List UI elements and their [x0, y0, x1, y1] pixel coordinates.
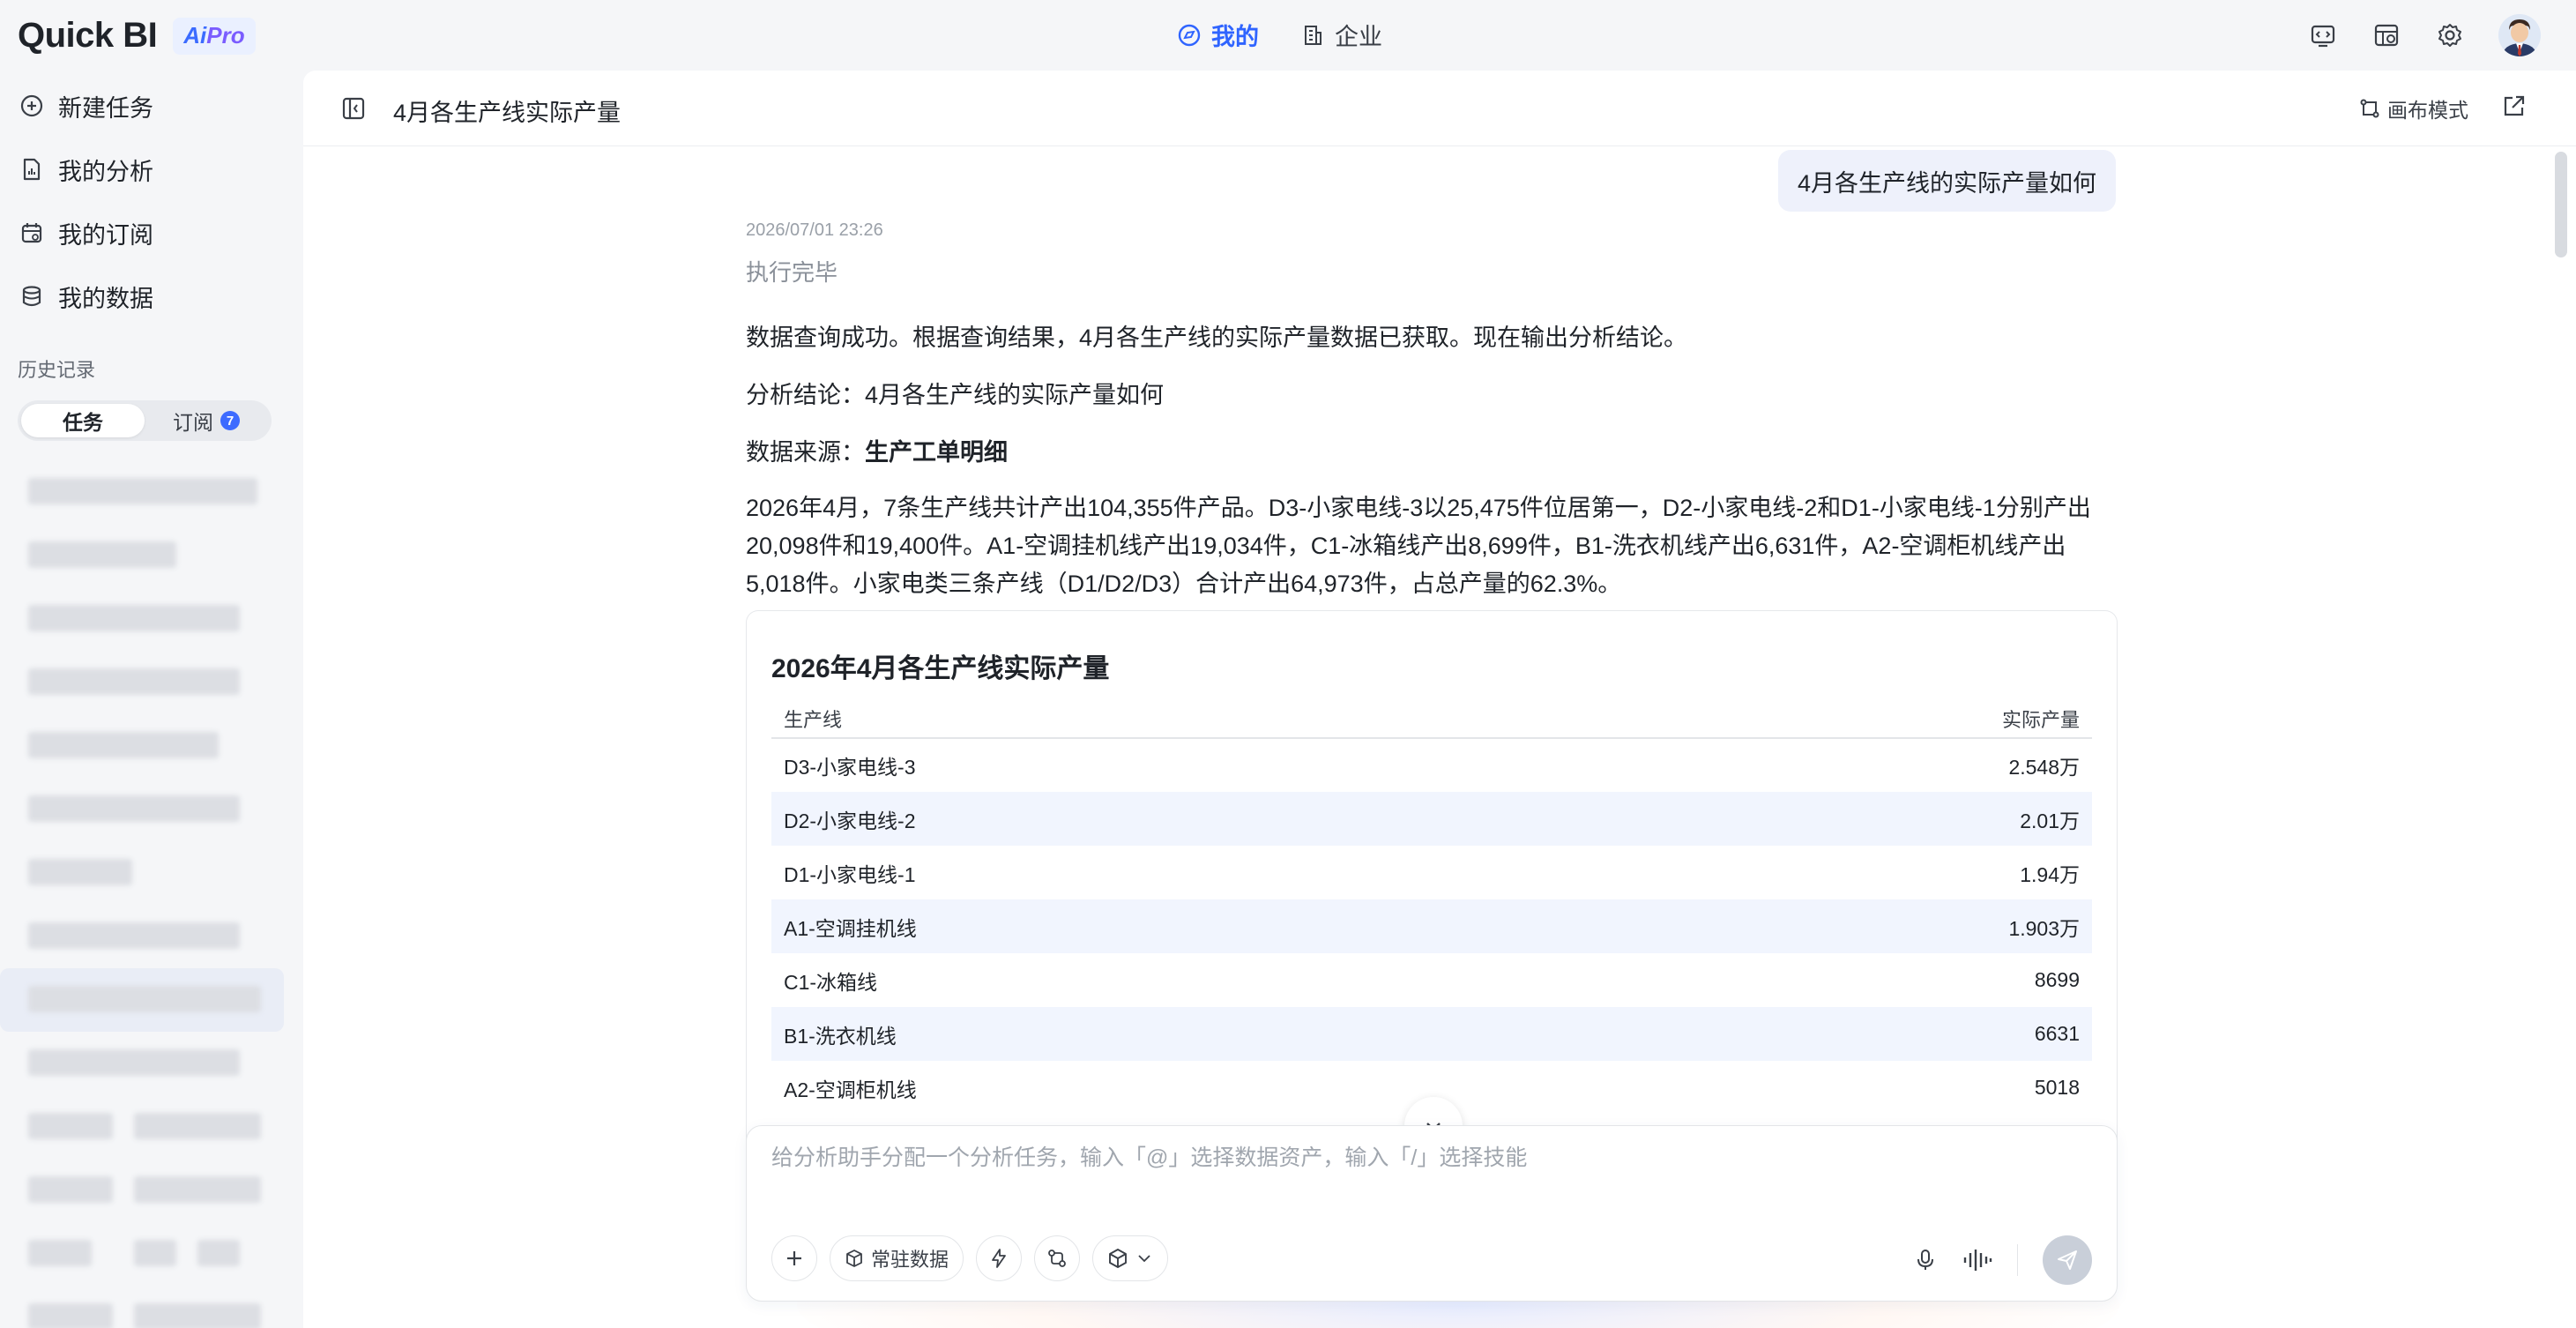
plus-icon — [787, 1251, 801, 1265]
table-row: D1-小家电线-1 1.94万 — [784, 862, 2080, 886]
database-icon — [19, 284, 44, 309]
table-row: B1-洗衣机线 6631 — [771, 1007, 2092, 1061]
add-attachment-button[interactable] — [771, 1235, 817, 1281]
compass-icon — [1178, 24, 1201, 47]
scrollbar[interactable] — [2555, 152, 2567, 257]
segment-task[interactable]: 任务 — [21, 404, 145, 437]
model-select-button[interactable] — [1092, 1235, 1169, 1281]
workflow-button[interactable] — [1034, 1235, 1081, 1281]
building-icon — [1301, 24, 1324, 47]
user-message: 4月各生产线的实际产量如何 — [1777, 150, 2116, 212]
history-segment: 任务 订阅 7 — [18, 400, 272, 441]
history-item[interactable] — [0, 778, 303, 841]
tab-enterprise[interactable]: 企业 — [1301, 18, 1382, 52]
main-header: 4月各生产线实际产量 画布模式 — [303, 71, 2576, 146]
table-icon[interactable] — [2371, 20, 2401, 50]
sidebar-item-label: 新建任务 — [58, 94, 153, 122]
history-item-selected[interactable] — [0, 968, 284, 1032]
history-item[interactable] — [0, 587, 303, 651]
chat-composer: 常驻数据 — [746, 1125, 2118, 1302]
logo-text: Quick BI — [18, 16, 158, 55]
canvas-icon — [2359, 98, 2380, 119]
top-tabs: 我的 企业 — [1178, 18, 1382, 52]
sidebar-item-label: 我的分析 — [58, 158, 153, 185]
table-row: A1-空调挂机线 1.903万 — [771, 899, 2092, 953]
composer-tools: 常驻数据 — [771, 1235, 1169, 1281]
gear-icon[interactable] — [2435, 20, 2465, 50]
table-row: D3-小家电线-3 2.548万 — [784, 756, 2080, 779]
sidebar-item-my-data[interactable]: 我的数据 — [0, 265, 303, 328]
microphone-icon[interactable] — [1913, 1248, 1938, 1272]
table-title: 2026年4月各生产线实际产量 — [771, 654, 1110, 683]
history-item[interactable] — [0, 651, 303, 714]
table-row: C1-冰箱线 8699 — [784, 968, 2080, 994]
document-chart-icon — [19, 157, 44, 182]
result-table: 生产线 实际产量 D3-小家电线-3 2.548万 D2-小家电线-2 2.01万 … — [771, 699, 2092, 1115]
message-timestamp: 2026/07/01 23:26 — [746, 220, 883, 240]
canvas-mode-button[interactable]: 画布模式 — [2359, 93, 2468, 123]
composer-right-tools — [1913, 1235, 2092, 1285]
top-header: Quick BI Ai Pro 我的 企业 — [0, 0, 2576, 71]
history-item[interactable] — [0, 714, 303, 778]
history-item[interactable] — [0, 1159, 303, 1222]
sidebar-item-my-analysis[interactable]: 我的分析 — [0, 138, 303, 201]
history-item[interactable] — [0, 905, 303, 968]
waveform-icon[interactable] — [1962, 1248, 1992, 1272]
data-source: 数据来源：生产工单明细 — [746, 439, 1008, 466]
history-item[interactable] — [0, 1286, 303, 1328]
segment-subscribe[interactable]: 订阅 7 — [145, 404, 268, 437]
history-item[interactable] — [0, 524, 303, 587]
sidebar-item-label: 我的数据 — [58, 285, 153, 312]
history-label: 历史记录 — [18, 359, 96, 381]
box-icon — [1109, 1249, 1127, 1268]
sidebar-item-label: 我的订阅 — [58, 221, 153, 249]
send-button[interactable] — [2043, 1235, 2092, 1285]
main-panel: 4月各生产线实际产量 画布模式 4月各生产线的实际产量如何 2026/07/01… — [303, 71, 2576, 1328]
column-header-line[interactable]: 生产线 — [771, 699, 1573, 739]
sidebar-item-my-subscriptions[interactable]: 我的订阅 — [0, 201, 303, 265]
chevron-down-icon — [1138, 1255, 1150, 1263]
assistant-answer: 2026/07/01 23:26 执行完毕 数据查询成功。根据查询结果，4月各生… — [746, 220, 2118, 603]
avatar[interactable] — [2498, 14, 2541, 56]
history-list — [0, 460, 303, 1328]
table-header-row: 生产线 实际产量 — [771, 699, 2092, 739]
task-input[interactable] — [771, 1145, 2094, 1171]
analysis-conclusion: 分析结论：4月各生产线的实际产量如何 — [746, 382, 1165, 408]
column-header-output[interactable]: 实际产量 — [1572, 699, 2092, 739]
history-item[interactable] — [0, 1222, 303, 1286]
tab-mine[interactable]: 我的 — [1178, 18, 1259, 52]
resident-data-button[interactable]: 常驻数据 — [830, 1235, 964, 1281]
sidebar-collapse-icon[interactable] — [340, 95, 367, 122]
calendar-icon — [19, 220, 44, 245]
history-item[interactable] — [0, 1032, 303, 1095]
open-external-icon[interactable] — [2500, 93, 2528, 122]
top-right-tools — [2308, 14, 2541, 56]
data-source-link[interactable]: 生产工单明细 — [865, 439, 1008, 466]
table-row: D2-小家电线-2 2.01万 — [771, 792, 2092, 846]
cube-icon — [846, 1250, 862, 1267]
analysis-summary: 2026年4月，7条生产线共计产出104,355件产品。D3-小家电线-3以25… — [746, 495, 2091, 597]
sidebar-item-new-task[interactable]: 新建任务 — [0, 74, 303, 138]
send-icon — [2058, 1250, 2077, 1270]
answer-intro: 数据查询成功。根据查询结果，4月各生产线的实际产量数据已获取。现在输出分析结论。 — [746, 325, 1688, 351]
lightning-icon — [992, 1249, 1006, 1268]
execution-status: 执行完毕 — [746, 259, 838, 286]
code-icon[interactable] — [2308, 20, 2338, 50]
history-item[interactable] — [0, 841, 303, 905]
history-item[interactable] — [0, 1095, 303, 1159]
divider — [2017, 1244, 2018, 1276]
unread-badge: 7 — [220, 411, 240, 430]
flow-icon — [1048, 1250, 1066, 1267]
skill-button[interactable] — [976, 1235, 1023, 1281]
history-item[interactable] — [0, 460, 303, 524]
sidebar: 新建任务 我的分析 我的订阅 我的数据 历史记录 任务 订阅 7 — [0, 71, 303, 1328]
plus-circle-icon — [19, 93, 44, 118]
page-title: 4月各生产线实际产量 — [393, 100, 622, 126]
logo[interactable]: Quick BI Ai Pro — [18, 16, 256, 56]
aipro-badge: Ai Pro — [173, 17, 256, 55]
